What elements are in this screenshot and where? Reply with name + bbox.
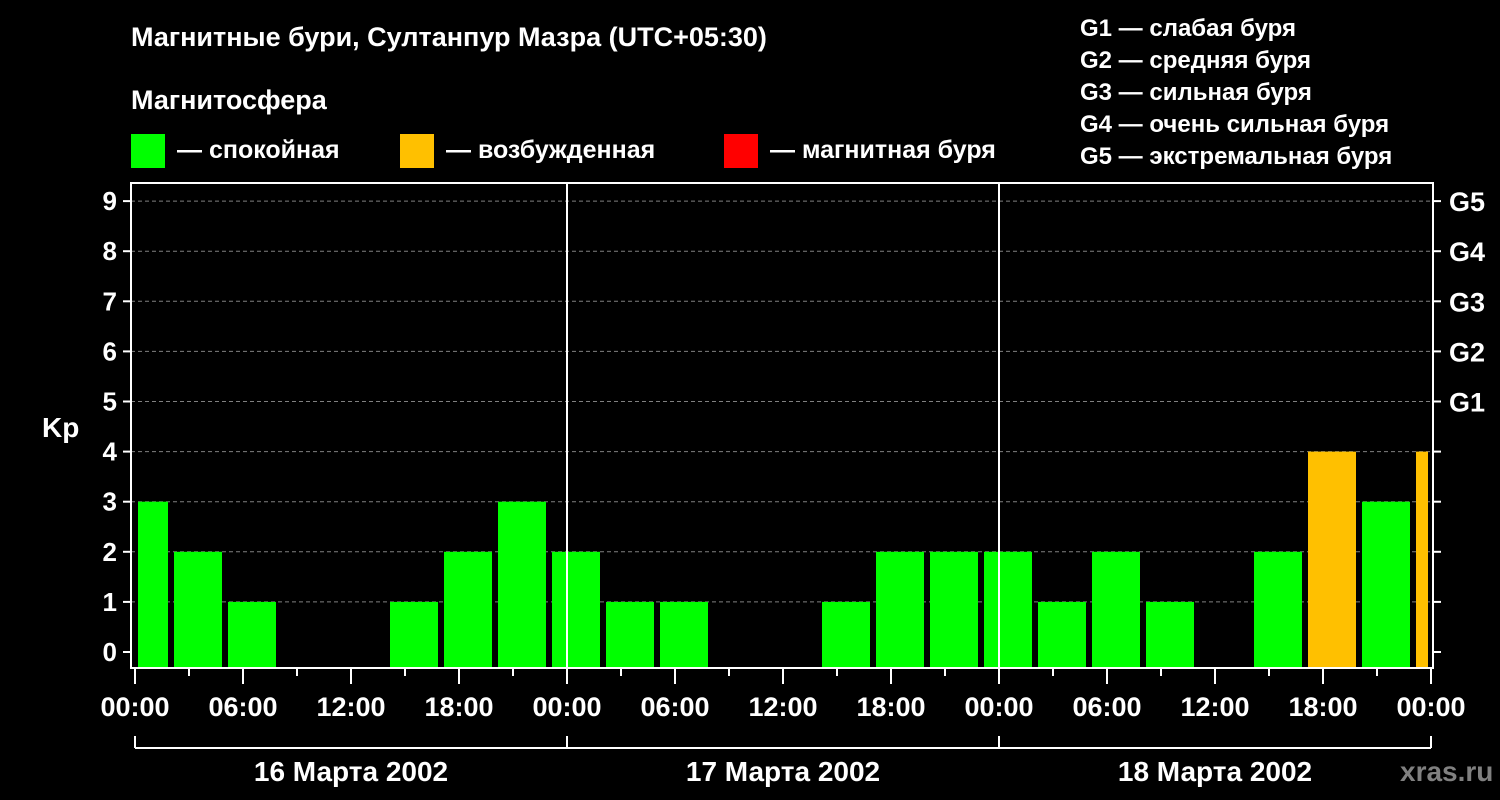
kp-bar — [876, 551, 924, 668]
x-tick-label: 18:00 — [856, 692, 925, 722]
x-tick-label: 06:00 — [1072, 692, 1141, 722]
x-tick-label: 18:00 — [424, 692, 493, 722]
x-tick-label: 00:00 — [1396, 692, 1465, 722]
kp-bar — [660, 601, 708, 668]
kp-bar — [498, 501, 546, 668]
kp-bar — [1146, 601, 1194, 668]
kp-bar — [444, 551, 492, 668]
y-tick-label: 7 — [103, 286, 117, 316]
kp-bar — [228, 601, 276, 668]
x-tick-label: 12:00 — [1180, 692, 1249, 722]
kp-bar — [138, 501, 168, 668]
kp-bar — [930, 551, 978, 668]
day-label: 16 Марта 2002 — [254, 756, 448, 787]
x-tick-label: 00:00 — [100, 692, 169, 722]
x-tick-label: 00:00 — [532, 692, 601, 722]
g-level-label: G4 — [1449, 237, 1485, 267]
kp-bar — [390, 601, 438, 668]
kp-bar — [1416, 451, 1428, 668]
g-level-label: G3 — [1449, 287, 1485, 317]
x-tick-label: 00:00 — [964, 692, 1033, 722]
kp-bar — [822, 601, 870, 668]
y-tick-label: 1 — [103, 587, 117, 617]
x-tick-label: 18:00 — [1288, 692, 1357, 722]
kp-bar — [606, 601, 654, 668]
y-tick-label: 2 — [103, 537, 117, 567]
x-tick-label: 06:00 — [640, 692, 709, 722]
kp-bar — [174, 551, 222, 668]
day-label: 17 Марта 2002 — [686, 756, 880, 787]
y-tick-label: 5 — [103, 387, 117, 417]
kp-bar — [1362, 501, 1410, 668]
y-tick-label: 0 — [103, 637, 117, 667]
g-level-label: G5 — [1449, 187, 1485, 217]
day-label: 18 Марта 2002 — [1118, 756, 1312, 787]
x-tick-label: 06:00 — [208, 692, 277, 722]
kp-chart: 0 1 2 3 4 5 6 7 8 9 G1 G2 G3 G4 G5 00:00 06:00 12:00 18:00… — [100, 182, 1485, 787]
x-tick-label: 12:00 — [748, 692, 817, 722]
x-tick-label: 12:00 — [316, 692, 385, 722]
plot-frame — [130, 182, 1434, 669]
g-level-label: G2 — [1449, 337, 1485, 367]
y-tick-label: 4 — [103, 437, 118, 467]
kp-bar — [984, 551, 1032, 668]
g-level-label: G1 — [1449, 388, 1485, 418]
y-tick-label: 6 — [103, 336, 117, 366]
y-tick-label: 8 — [103, 236, 117, 266]
y-tick-label: 9 — [103, 186, 117, 216]
y-tick-label: 3 — [103, 487, 117, 517]
kp-bar — [1254, 551, 1302, 668]
kp-bar — [1038, 601, 1086, 668]
kp-bar — [1308, 451, 1356, 668]
kp-bar — [1092, 551, 1140, 668]
kp-bar — [552, 551, 600, 668]
